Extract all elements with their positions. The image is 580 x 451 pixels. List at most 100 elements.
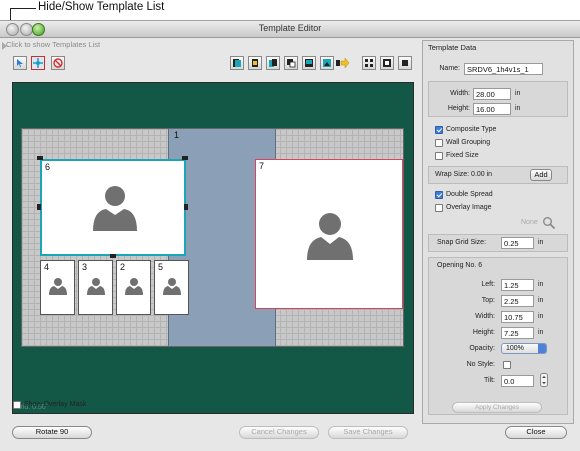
opening-width-label: Width: <box>475 313 495 320</box>
opacity-label: Opacity: <box>469 345 495 352</box>
select-tool-icon <box>17 59 23 67</box>
resize-handle[interactable] <box>182 156 188 160</box>
opening-height-field[interactable]: 7.25 <box>501 327 534 339</box>
grid-tool-button-3[interactable] <box>398 56 412 70</box>
opening-number: 2 <box>120 262 126 272</box>
layer-icon-4 <box>287 59 296 68</box>
snap-grid-unit: in <box>538 239 544 246</box>
arrow-tool-button[interactable] <box>336 56 350 70</box>
tilt-stepper-icon[interactable] <box>540 373 548 387</box>
layer-tool-button-4[interactable] <box>284 56 298 70</box>
person-placeholder-icon <box>87 278 105 295</box>
layer-icon-1 <box>233 59 241 67</box>
opening-4[interactable]: 4 <box>40 260 75 315</box>
wrap-size-label: Wrap Size: 0.00 in <box>435 171 493 178</box>
tilt-field[interactable]: 0.0 <box>501 375 534 387</box>
show-overlay-mask-label: Show Overlay Mask <box>24 401 87 408</box>
opening-number: 3 <box>82 262 88 272</box>
opening-2[interactable]: 2 <box>116 260 151 315</box>
wall-grouping-checkbox[interactable] <box>435 139 443 147</box>
top-field[interactable]: 2.25 <box>501 295 534 307</box>
save-changes-button[interactable]: Save Changes <box>328 426 408 439</box>
opening-6[interactable]: 6 <box>40 159 186 256</box>
resize-handle[interactable] <box>37 204 41 210</box>
cancel-changes-button[interactable]: Cancel Changes <box>239 426 319 439</box>
grid-icon-1 <box>365 59 373 67</box>
tilt-label: Tilt: <box>483 377 495 384</box>
opening-title: Opening No. 6 <box>437 262 483 269</box>
height-field[interactable]: 16.00 <box>473 103 511 115</box>
left-label: Left: <box>481 281 495 288</box>
layer-tool-button-2[interactable] <box>248 56 262 70</box>
layer-tool-button-6[interactable] <box>320 56 334 70</box>
name-label: Name: <box>439 65 460 72</box>
opacity-value: 100% <box>506 345 524 352</box>
magnifier-icon[interactable] <box>542 216 556 230</box>
crop-tool-button[interactable] <box>31 56 45 70</box>
width-field[interactable]: 28.00 <box>473 88 511 100</box>
template-editor-window: Template Editor Click to show Templates … <box>0 20 580 451</box>
person-placeholder-icon <box>93 186 137 231</box>
opacity-select[interactable]: 100% <box>501 343 547 354</box>
no-entry-button[interactable] <box>51 56 65 70</box>
height-label: Height: <box>447 105 470 112</box>
opening-width-field[interactable]: 10.75 <box>501 311 534 323</box>
composite-type-checkbox[interactable] <box>435 126 443 134</box>
opening-7[interactable]: 7 <box>255 159 403 309</box>
top-label: Top: <box>481 297 495 304</box>
layer-tool-button-1[interactable] <box>230 56 244 70</box>
select-tool-button[interactable] <box>13 56 27 70</box>
template-page[interactable]: 1 6 7 4 3 2 5 <box>21 128 404 347</box>
show-overlay-mask-checkbox[interactable] <box>13 401 21 409</box>
wall-grouping-label: Wall Grouping <box>446 139 491 146</box>
width-unit: in <box>515 90 521 97</box>
apply-changes-button[interactable]: Apply Changes <box>452 402 542 413</box>
left-unit: in <box>538 281 544 288</box>
resize-handle[interactable] <box>110 254 116 258</box>
fixed-size-label: Fixed Size <box>446 152 479 159</box>
name-field[interactable]: SRDV6_1h4v1s_1 <box>464 63 543 75</box>
grid-tool-button-1[interactable] <box>362 56 376 70</box>
no-style-checkbox[interactable] <box>503 361 511 369</box>
opening-number: 4 <box>44 262 50 272</box>
template-data-title: Template Data <box>428 43 477 52</box>
person-placeholder-icon <box>163 278 181 295</box>
layer-tool-button-5[interactable] <box>302 56 316 70</box>
snap-grid-field[interactable]: 0.25 <box>501 237 534 249</box>
opening-3[interactable]: 3 <box>78 260 113 315</box>
no-entry-icon <box>53 58 63 68</box>
width-label: Width: <box>450 90 470 97</box>
layer-tool-button-3[interactable] <box>266 56 280 70</box>
layer-icon-6 <box>323 59 331 67</box>
opening-number: 5 <box>158 262 164 272</box>
overlay-none-label: None <box>521 219 538 226</box>
fixed-size-checkbox[interactable] <box>435 152 443 160</box>
close-button[interactable]: Close <box>505 426 567 439</box>
person-placeholder-icon <box>125 278 143 295</box>
top-unit: in <box>538 297 544 304</box>
overlay-image-label: Overlay Image <box>446 204 492 211</box>
window-title: Template Editor <box>258 23 322 33</box>
template-list-hint[interactable]: Click to show Templates List <box>6 40 100 49</box>
grid-icon-3 <box>402 60 408 66</box>
opening-width-unit: in <box>538 313 544 320</box>
left-field[interactable]: 1.25 <box>501 279 534 291</box>
callout-label: Hide/Show Template List <box>38 1 165 13</box>
layer-icon-5 <box>305 59 313 67</box>
opening-number: 7 <box>259 161 265 171</box>
opening-height-unit: in <box>538 329 544 336</box>
chevron-updown-icon <box>538 344 546 353</box>
rotate-90-button[interactable]: Rotate 90 <box>12 426 92 439</box>
overlay-image-checkbox[interactable] <box>435 204 443 212</box>
resize-handle[interactable] <box>37 156 43 160</box>
layer-icon-2 <box>252 59 258 67</box>
opening-5[interactable]: 5 <box>154 260 189 315</box>
layer-icon-3 <box>269 59 277 67</box>
add-button[interactable]: Add <box>530 169 552 181</box>
template-canvas[interactable]: 1 6 7 4 3 2 5 Grid: 0.50" <box>12 82 414 414</box>
grid-tool-button-2[interactable] <box>380 56 394 70</box>
double-spread-checkbox[interactable] <box>435 191 443 199</box>
crop-tool-icon <box>33 58 43 68</box>
opening-number: 6 <box>45 162 51 172</box>
resize-handle[interactable] <box>184 204 188 210</box>
